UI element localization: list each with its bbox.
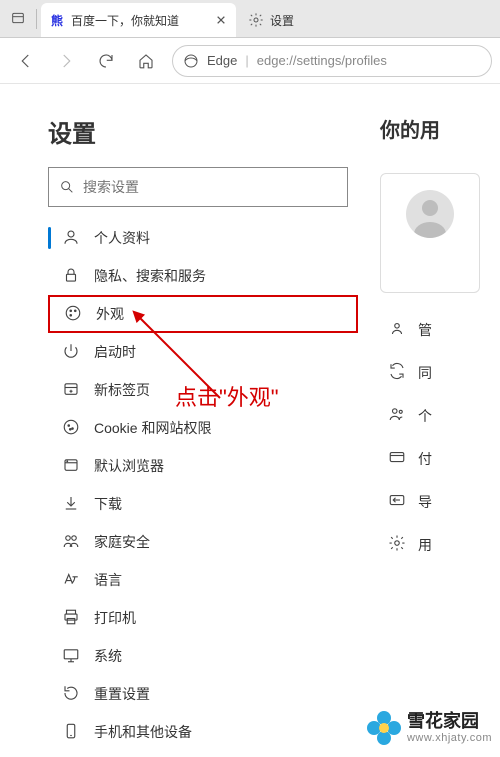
separator [36,9,37,29]
profile-pane: 你的用 管同个付导用 [380,84,500,757]
sidebar-item-label: 重置设置 [94,684,150,704]
tab-title: 设置 [270,12,294,29]
sidebar-item-cookie[interactable]: Cookie 和网站权限 [48,409,358,447]
profile-option-gear2[interactable]: 用 [388,534,500,555]
printer-icon [62,608,80,629]
import-icon [388,491,406,512]
profile-option-import[interactable]: 导 [388,491,500,512]
sidebar-item-label: 隐私、搜索和服务 [94,266,206,286]
sidebar-item-label: 个人资料 [94,228,150,248]
reset-icon [62,684,80,705]
watermark-title: 雪花家园 [407,712,492,732]
sidebar-item-label: 默认浏览器 [94,456,164,476]
title-bar: 熊 百度一下，你就知道 设置 [0,0,500,38]
baidu-favicon-icon: 熊 [49,12,65,28]
language-icon [62,570,80,591]
profile-option-label: 导 [418,492,432,512]
sidebar-item-label: 语言 [94,570,122,590]
people-icon [388,405,406,426]
avatar [406,190,454,238]
close-tab-icon[interactable] [214,13,228,27]
forward-button[interactable] [48,43,84,79]
account-icon [388,319,406,340]
sidebar-item-printer[interactable]: 打印机 [48,599,358,637]
gear2-icon [388,534,406,555]
newtab-icon [62,380,80,401]
profile-option-people[interactable]: 个 [388,405,500,426]
sidebar-item-download[interactable]: 下载 [48,485,358,523]
profile-option-sync[interactable]: 同 [388,362,500,383]
profile-icon [62,228,80,249]
sidebar-item-label: 启动时 [94,342,136,362]
browser-icon [62,456,80,477]
card-icon [388,448,406,469]
tab-baidu[interactable]: 熊 百度一下，你就知道 [41,3,236,37]
system-icon [62,646,80,667]
sidebar-item-label: 家庭安全 [94,532,150,552]
sidebar-item-label: Cookie 和网站权限 [94,418,211,438]
phone-icon [62,722,80,743]
sidebar-item-lock[interactable]: 隐私、搜索和服务 [48,257,358,295]
watermark-url: www.xhjaty.com [407,732,492,744]
settings-heading: 设置 [48,114,380,149]
sidebar-item-label: 下载 [94,494,122,514]
back-button[interactable] [8,43,44,79]
edge-label: Edge [207,53,237,68]
home-button[interactable] [128,43,164,79]
profile-option-label: 个 [418,406,432,426]
power-icon [62,342,80,363]
profile-option-label: 用 [418,535,432,555]
sidebar-item-label: 外观 [96,304,124,324]
sidebar-item-system[interactable]: 系统 [48,637,358,675]
toolbar: Edge | edge://settings/profiles [0,38,500,84]
tab-actions-button[interactable] [0,0,36,37]
gear-icon [248,12,264,28]
sidebar-item-power[interactable]: 启动时 [48,333,358,371]
tab-title: 百度一下，你就知道 [71,12,208,29]
sidebar-item-label: 系统 [94,646,122,666]
sidebar-item-language[interactable]: 语言 [48,561,358,599]
profile-option-label: 管 [418,320,432,340]
settings-nav-list: 个人资料隐私、搜索和服务外观启动时新标签页 Cookie 和网站权限默认浏览器下载… [48,219,380,757]
sidebar-item-family[interactable]: 家庭安全 [48,523,358,561]
sidebar-item-reset[interactable]: 重置设置 [48,675,358,713]
refresh-button[interactable] [88,43,124,79]
sidebar-item-phone[interactable]: 手机和其他设备 [48,713,358,751]
sidebar-item-label: 打印机 [94,608,136,628]
sidebar-item-browser[interactable]: 默认浏览器 [48,447,358,485]
search-icon [59,179,75,195]
profile-option-card[interactable]: 付 [388,448,500,469]
cookie-icon [62,418,80,439]
sidebar-item-label: 新标签页 [94,380,150,400]
profile-options-list: 管同个付导用 [380,319,500,555]
content: 设置 个人资料隐私、搜索和服务外观启动时新标签页 Cookie 和网站权限默认浏览… [0,84,500,757]
search-settings-box[interactable] [48,167,348,207]
sidebar-item-edge[interactable]: 关于 Microsoft Edge [48,751,358,757]
watermark: 雪花家园 www.xhjaty.com [367,711,492,745]
address-bar[interactable]: Edge | edge://settings/profiles [172,45,492,77]
palette-icon [64,304,82,325]
profile-option-label: 同 [418,363,432,383]
download-icon [62,494,80,515]
search-input[interactable] [83,179,337,195]
sidebar-item-palette[interactable]: 外观 [48,295,358,333]
sidebar-item-label: 手机和其他设备 [94,722,192,742]
family-icon [62,532,80,553]
sidebar-item-newtab[interactable]: 新标签页 [48,371,358,409]
lock-icon [62,266,80,287]
settings-sidebar: 设置 个人资料隐私、搜索和服务外观启动时新标签页 Cookie 和网站权限默认浏览… [0,84,380,757]
tab-settings[interactable]: 设置 [240,3,302,37]
profile-option-account[interactable]: 管 [388,319,500,340]
separator: | [245,53,248,68]
watermark-logo-icon [367,711,401,745]
url-text: edge://settings/profiles [257,53,387,68]
sync-icon [388,362,406,383]
sidebar-item-profile[interactable]: 个人资料 [48,219,358,257]
profile-option-label: 付 [418,449,432,469]
profile-card[interactable] [380,173,480,293]
profile-heading: 你的用 [380,114,500,143]
edge-logo-icon [183,53,199,69]
